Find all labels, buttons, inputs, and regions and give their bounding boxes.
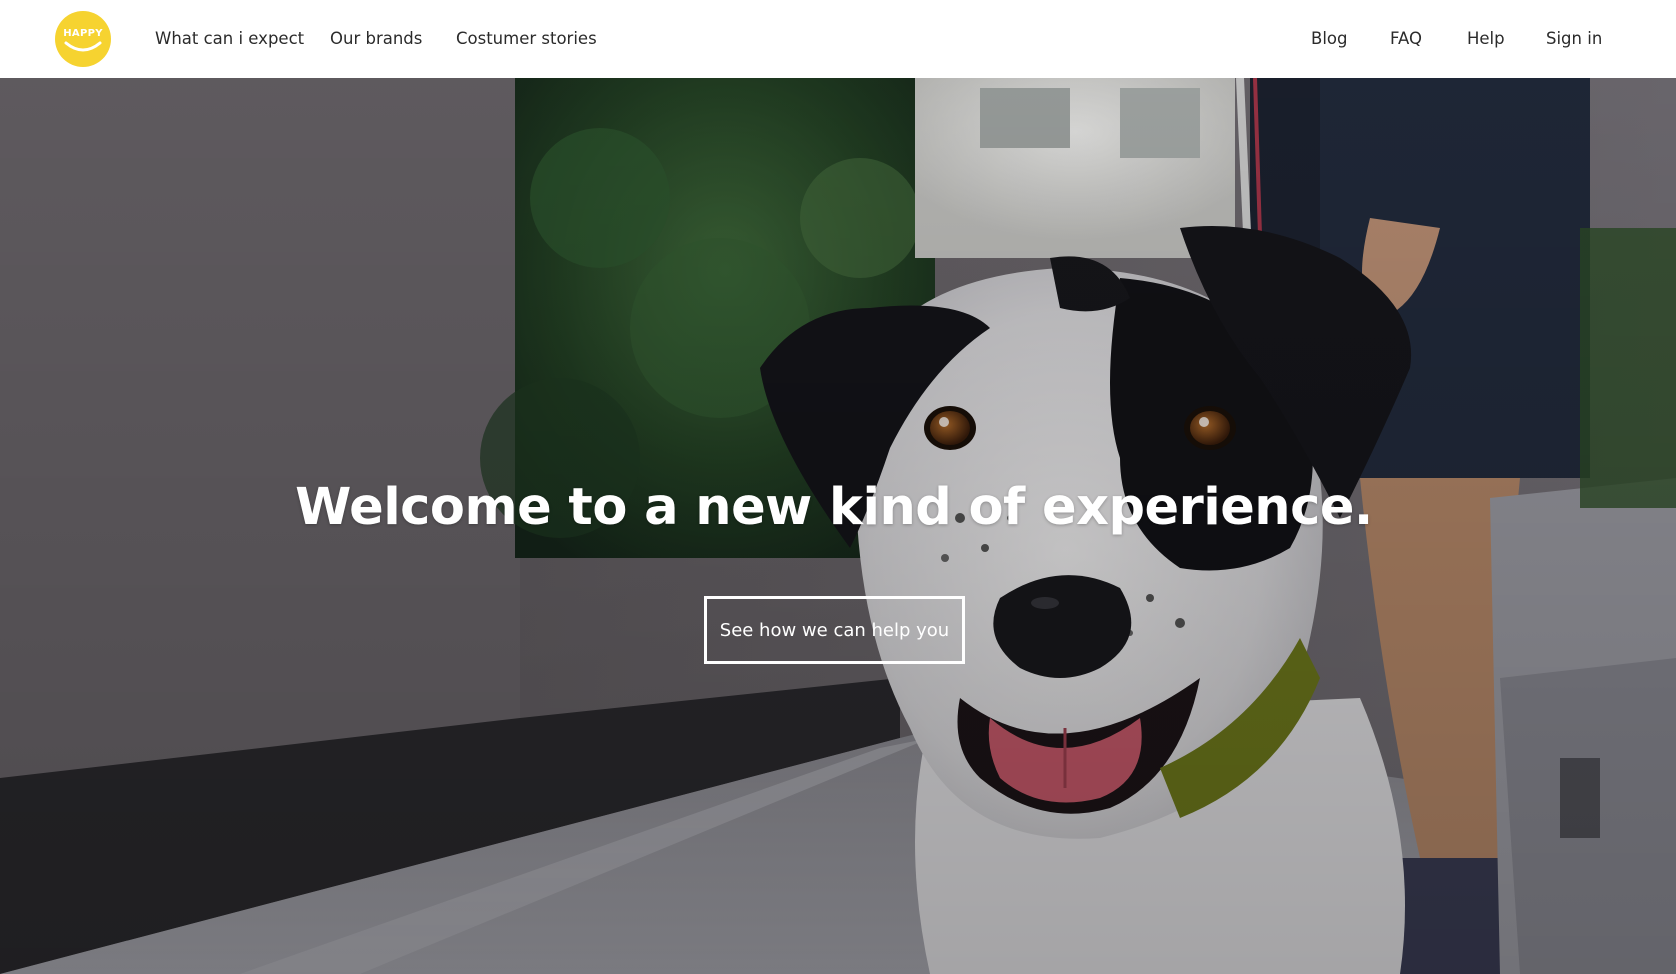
hero-section: Welcome to a new kind of experience. See… (0, 78, 1676, 974)
see-how-we-can-help-button[interactable]: See how we can help you (704, 596, 965, 664)
nav-link-our-brands[interactable]: Our brands (330, 28, 422, 50)
smile-icon (64, 41, 102, 52)
nav-link-costumer-stories[interactable]: Costumer stories (456, 28, 597, 50)
site-header: HAPPY What can i expect Our brands Costu… (0, 0, 1676, 78)
happy-logo[interactable]: HAPPY (55, 11, 111, 67)
nav-link-faq[interactable]: FAQ (1390, 28, 1422, 50)
nav-link-blog[interactable]: Blog (1311, 28, 1347, 50)
hero-title: Welcome to a new kind of experience. (295, 478, 1373, 537)
logo-text: HAPPY (63, 28, 103, 39)
nav-link-help[interactable]: Help (1467, 28, 1505, 50)
nav-link-sign-in[interactable]: Sign in (1546, 28, 1602, 50)
nav-link-what-can-i-expect[interactable]: What can i expect (155, 28, 304, 50)
